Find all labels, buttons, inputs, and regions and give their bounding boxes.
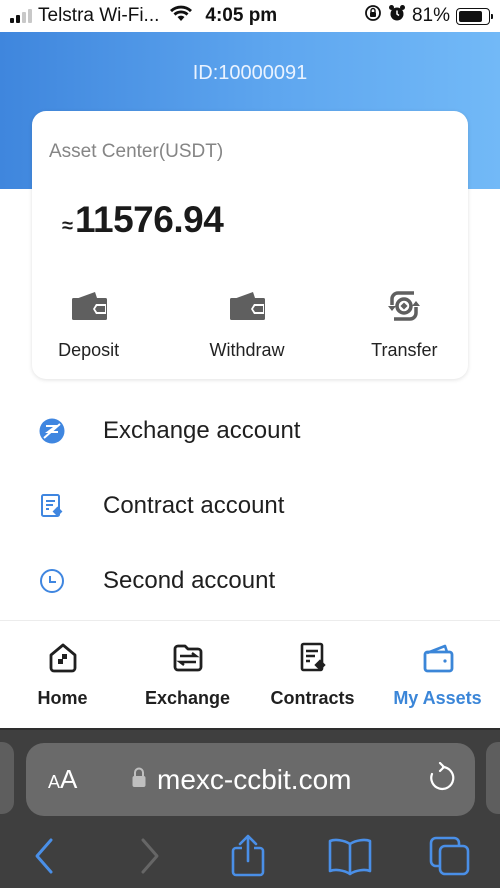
- forward-icon[interactable]: [138, 836, 162, 876]
- tab-contracts-label: Contracts: [270, 688, 355, 708]
- contract-account-label: Contract account: [103, 491, 285, 519]
- wallet-in-icon: [69, 289, 109, 328]
- tabs-icon[interactable]: [428, 835, 472, 877]
- wifi-icon: [169, 4, 193, 28]
- deposit-button[interactable]: Deposit: [16, 289, 161, 361]
- back-icon[interactable]: [32, 836, 56, 876]
- browser-nav-toolbar: [0, 826, 500, 886]
- share-icon[interactable]: [228, 834, 268, 878]
- tab-exchange-label: Exchange: [144, 688, 231, 708]
- wallet-icon: [421, 641, 455, 680]
- approx-symbol: ≈: [62, 215, 73, 237]
- home-icon: [46, 641, 80, 680]
- asset-center-card: Asset Center(USDT) ≈ 11576.94 Deposit Wi…: [32, 111, 468, 379]
- battery-icon: [456, 7, 493, 25]
- clock-icon: [38, 567, 66, 595]
- user-id: ID:10000091: [192, 62, 308, 84]
- lock-icon: [131, 766, 147, 793]
- asset-center-title: Asset Center(USDT): [49, 141, 224, 162]
- text-size-button[interactable]: AA: [48, 764, 77, 795]
- transfer-label: Transfer: [371, 340, 438, 360]
- url-text: mexc-ccbit.com: [157, 763, 352, 795]
- tab-contracts[interactable]: Contracts: [250, 621, 375, 728]
- bookmarks-icon[interactable]: [327, 836, 373, 876]
- signal-icon: [10, 9, 32, 23]
- browser-toolbar: AA mexc-ccbit.com: [0, 728, 500, 888]
- second-account-item[interactable]: Second account: [0, 543, 500, 618]
- wallet-out-icon: [227, 289, 267, 328]
- reload-icon[interactable]: [427, 761, 455, 797]
- exchange-folder-icon: [171, 641, 205, 680]
- withdraw-button[interactable]: Withdraw: [174, 289, 319, 361]
- asset-actions: Deposit Withdraw Transfer: [32, 289, 468, 361]
- tab-my-assets[interactable]: My Assets: [375, 621, 500, 728]
- withdraw-label: Withdraw: [209, 340, 285, 360]
- deposit-label: Deposit: [58, 340, 120, 360]
- tab-exchange[interactable]: Exchange: [125, 621, 250, 728]
- exchange-icon: [38, 417, 66, 445]
- tab-home-label: Home: [37, 688, 88, 708]
- tab-my-assets-label: My Assets: [393, 688, 482, 708]
- transfer-button[interactable]: Transfer: [332, 289, 477, 361]
- exchange-account-label: Exchange account: [103, 416, 301, 444]
- balance-amount: 11576.94: [74, 199, 224, 240]
- second-account-label: Second account: [103, 566, 276, 594]
- previous-tab-preview[interactable]: [0, 742, 14, 814]
- battery-percent: 81%: [411, 5, 450, 26]
- clock-time: 4:05 pm: [205, 5, 278, 26]
- alarm-icon: [388, 4, 406, 28]
- status-bar: Telstra Wi-Fi... 4:05 pm 81%: [0, 0, 500, 32]
- balance-display: ≈ 11576.94: [62, 199, 224, 241]
- contract-icon: [38, 492, 66, 520]
- contract-account-item[interactable]: Contract account: [0, 468, 500, 543]
- orientation-lock-icon: [364, 4, 382, 28]
- transfer-icon: [384, 289, 424, 328]
- contract-icon: [296, 641, 330, 680]
- scrollbar[interactable]: [489, 190, 492, 220]
- account-list: Exchange account Contract account Second…: [0, 393, 500, 618]
- carrier-name: Telstra Wi-Fi...: [38, 5, 160, 26]
- bottom-tab-bar: Home Exchange Contracts My Assets: [0, 620, 500, 728]
- tab-home[interactable]: Home: [0, 621, 125, 728]
- address-bar[interactable]: AA mexc-ccbit.com: [26, 743, 475, 816]
- next-tab-preview[interactable]: [486, 742, 500, 814]
- exchange-account-item[interactable]: Exchange account: [0, 393, 500, 468]
